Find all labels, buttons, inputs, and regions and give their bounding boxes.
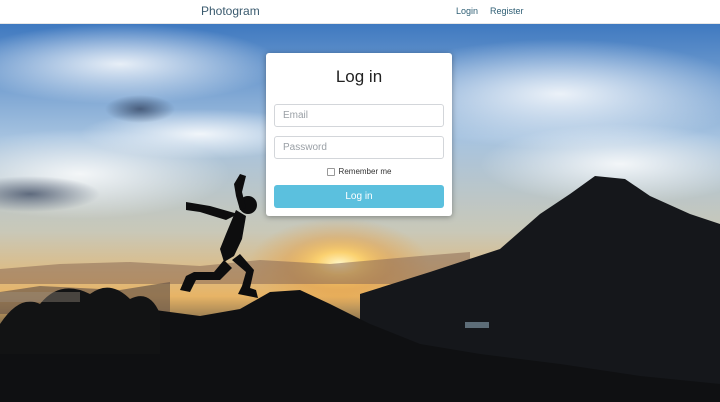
remember-me-checkbox[interactable] — [326, 167, 335, 176]
login-link[interactable]: Login — [456, 6, 478, 16]
login-card: Log in Remember me Log in — [266, 53, 452, 216]
register-link[interactable]: Register — [490, 6, 524, 16]
login-button[interactable]: Log in — [274, 185, 444, 208]
password-input[interactable] — [274, 136, 444, 159]
login-title: Log in — [335, 67, 383, 86]
email-input[interactable] — [274, 104, 444, 127]
brand-link[interactable]: Photogram — [201, 4, 260, 18]
remember-me-row: Remember me — [266, 167, 452, 176]
navbar: Photogram Login Register — [0, 0, 720, 24]
remember-me-label: Remember me — [338, 167, 392, 176]
